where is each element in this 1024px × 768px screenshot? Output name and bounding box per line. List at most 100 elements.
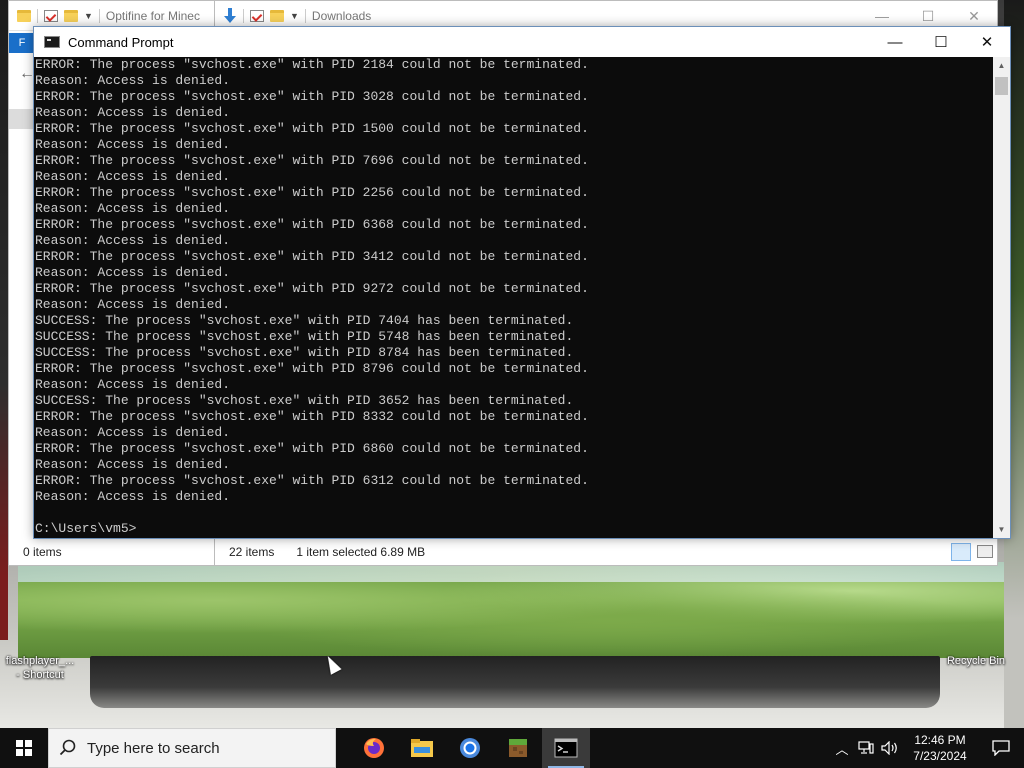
- minecraft-icon: [509, 739, 527, 757]
- scroll-down-arrow-icon[interactable]: ▼: [993, 521, 1010, 538]
- folder-icon[interactable]: [17, 9, 31, 22]
- taskbar-command-prompt[interactable]: [542, 728, 590, 768]
- desktop-icon-label: flashplayer_...: [5, 655, 75, 667]
- item-count: 0 items: [23, 545, 62, 559]
- desktop-icon-label: Recycle Bin: [946, 655, 1006, 667]
- volume-glyph: [881, 741, 897, 755]
- console-line: ERROR: The process "svchost.exe" with PI…: [35, 409, 589, 424]
- item-count: 22 items: [229, 545, 275, 559]
- chevron-down-icon[interactable]: ▼: [290, 11, 299, 21]
- console-line: Reason: Access is denied.: [35, 265, 231, 280]
- clock[interactable]: 12:46 PM 7/23/2024: [902, 732, 978, 764]
- new-folder-icon[interactable]: [64, 9, 78, 22]
- desktop-icon-recycle-bin[interactable]: Recycle Bin: [940, 654, 1012, 668]
- console-output[interactable]: ERROR: The process "svchost.exe" with PI…: [34, 57, 993, 538]
- console-line: Reason: Access is denied.: [35, 297, 231, 312]
- console-line: Reason: Access is denied.: [35, 169, 231, 184]
- clock-date: 7/23/2024: [913, 749, 967, 763]
- new-folder-icon[interactable]: [270, 9, 284, 22]
- large-icons-view-icon[interactable]: [977, 545, 993, 558]
- download-icon: [223, 7, 237, 24]
- desktop-icon-label-2: - Shortcut: [16, 669, 64, 681]
- close-button[interactable]: ✕: [964, 27, 1010, 57]
- maximize-button[interactable]: ☐: [918, 27, 964, 57]
- taskbar: Type here to search ︿ 12:46 PM 7/23/2024: [0, 728, 1024, 768]
- selection-info: 1 item selected 6.89 MB: [296, 545, 426, 559]
- monitor-bezel: [90, 656, 940, 708]
- search-placeholder: Type here to search: [87, 739, 220, 757]
- window-title: Command Prompt: [68, 34, 174, 50]
- divider: [98, 8, 100, 23]
- console-line: Reason: Access is denied.: [35, 105, 231, 120]
- scroll-up-arrow-icon[interactable]: ▲: [993, 57, 1010, 74]
- divider: [37, 8, 38, 23]
- notifications-button[interactable]: [978, 728, 1024, 768]
- network-icon[interactable]: [854, 728, 878, 768]
- console-line: ERROR: The process "svchost.exe" with PI…: [35, 473, 589, 488]
- console-line: ERROR: The process "svchost.exe" with PI…: [35, 217, 589, 232]
- console-line: Reason: Access is denied.: [35, 425, 231, 440]
- file-tab[interactable]: F: [9, 33, 35, 53]
- left-edge: [0, 0, 8, 640]
- network-glyph: [858, 741, 874, 754]
- search-icon: [59, 739, 76, 756]
- properties-icon[interactable]: [250, 9, 264, 22]
- file-tab-label: F: [18, 37, 26, 49]
- volume-icon[interactable]: [878, 728, 902, 768]
- console-line: ERROR: The process "svchost.exe" with PI…: [35, 441, 589, 456]
- cmd-titlebar[interactable]: Command Prompt — ☐ ✕: [34, 27, 1010, 57]
- properties-icon[interactable]: [44, 9, 58, 22]
- taskbar-firefox[interactable]: [350, 728, 398, 768]
- console-line: SUCCESS: The process "svchost.exe" with …: [35, 313, 574, 328]
- file-explorer-icon: [411, 739, 433, 757]
- console-line: ERROR: The process "svchost.exe" with PI…: [35, 57, 589, 72]
- console-line: ERROR: The process "svchost.exe" with PI…: [35, 153, 589, 168]
- window-title: Downloads: [311, 8, 372, 23]
- windows-logo-icon: [16, 740, 32, 756]
- notification-icon: [992, 740, 1010, 756]
- chevron-down-icon[interactable]: ▼: [84, 11, 93, 21]
- taskbar-file-explorer[interactable]: [398, 728, 446, 768]
- window-title: Optifine for Minec: [105, 8, 200, 23]
- console-line: Reason: Access is denied.: [35, 201, 231, 216]
- console-line: SUCCESS: The process "svchost.exe" with …: [35, 345, 574, 360]
- explorer-statusbar: 22 items 1 item selected 6.89 MB: [215, 539, 997, 565]
- console-line: ERROR: The process "svchost.exe" with PI…: [35, 249, 589, 264]
- taskbar-chrome[interactable]: [446, 728, 494, 768]
- console-line: Reason: Access is denied.: [35, 489, 231, 504]
- nav-pane-selected: [9, 109, 35, 129]
- command-prompt-icon: [554, 738, 578, 758]
- chrome-icon: [460, 738, 480, 758]
- console-line: ERROR: The process "svchost.exe" with PI…: [35, 121, 589, 136]
- console-line: Reason: Access is denied.: [35, 137, 231, 152]
- command-prompt-icon: [44, 36, 60, 48]
- console-line: Reason: Access is denied.: [35, 457, 231, 472]
- start-button[interactable]: [0, 728, 48, 768]
- console-line: Reason: Access is denied.: [35, 73, 231, 88]
- divider: [304, 8, 306, 23]
- console-line: Reason: Access is denied.: [35, 377, 231, 392]
- console-line: ERROR: The process "svchost.exe" with PI…: [35, 89, 589, 104]
- firefox-icon: [364, 738, 384, 758]
- scroll-thumb[interactable]: [995, 77, 1008, 95]
- divider: [243, 8, 244, 23]
- console-line: ERROR: The process "svchost.exe" with PI…: [35, 281, 589, 296]
- chevron-up-icon[interactable]: ︿: [830, 728, 854, 768]
- console-line: Reason: Access is denied.: [35, 233, 231, 248]
- system-tray: ︿ 12:46 PM 7/23/2024: [830, 728, 1024, 768]
- explorer-statusbar: 0 items: [9, 539, 217, 565]
- clock-time: 12:46 PM: [914, 733, 966, 747]
- desktop-icon-flashplayer[interactable]: flashplayer_... - Shortcut: [0, 654, 80, 682]
- details-view-icon[interactable]: [951, 543, 971, 561]
- console-line: SUCCESS: The process "svchost.exe" with …: [35, 329, 574, 344]
- vertical-scrollbar[interactable]: ▲ ▼: [993, 57, 1010, 538]
- search-box[interactable]: Type here to search: [48, 728, 336, 768]
- console-line: ERROR: The process "svchost.exe" with PI…: [35, 361, 589, 376]
- command-prompt-line[interactable]: C:\Users\vm5>: [35, 521, 993, 537]
- command-prompt-window[interactable]: Command Prompt — ☐ ✕ ERROR: The process …: [33, 26, 1011, 539]
- console-line: ERROR: The process "svchost.exe" with PI…: [35, 185, 589, 200]
- taskbar-minecraft[interactable]: [494, 728, 542, 768]
- minimize-button[interactable]: —: [872, 27, 918, 57]
- console-line: SUCCESS: The process "svchost.exe" with …: [35, 393, 574, 408]
